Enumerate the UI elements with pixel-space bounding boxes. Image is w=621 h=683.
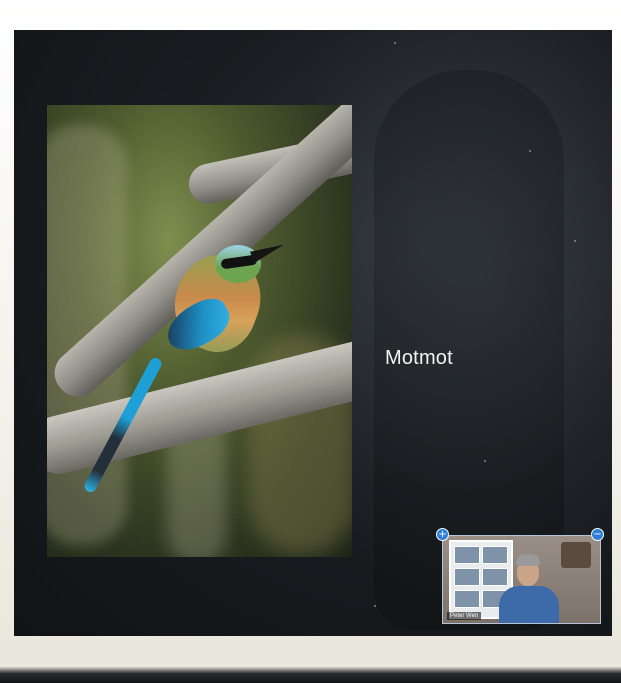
screen: Motmot Peter Wen + −: [14, 30, 612, 636]
wall-picture: [561, 542, 591, 568]
door-pane: [454, 568, 480, 586]
plus-icon[interactable]: +: [436, 528, 449, 541]
dust-speck: [374, 605, 376, 607]
dust-speck: [484, 460, 486, 462]
participant-name: Peter Wen: [447, 612, 482, 620]
dust-speck: [574, 240, 576, 242]
slide-caption: Motmot: [385, 347, 453, 369]
minus-icon[interactable]: −: [591, 528, 604, 541]
participant-hair: [516, 554, 540, 566]
participant-video-tile[interactable]: Peter Wen: [442, 535, 601, 624]
monitor-bezel: [0, 667, 621, 683]
door-pane: [454, 546, 480, 564]
slide-photo: [47, 105, 352, 557]
door-pane: [482, 546, 508, 564]
door-pane: [482, 568, 508, 586]
dust-speck: [394, 42, 396, 44]
dust-speck: [529, 150, 531, 152]
participant-body: [499, 586, 559, 623]
door-pane: [454, 590, 480, 608]
